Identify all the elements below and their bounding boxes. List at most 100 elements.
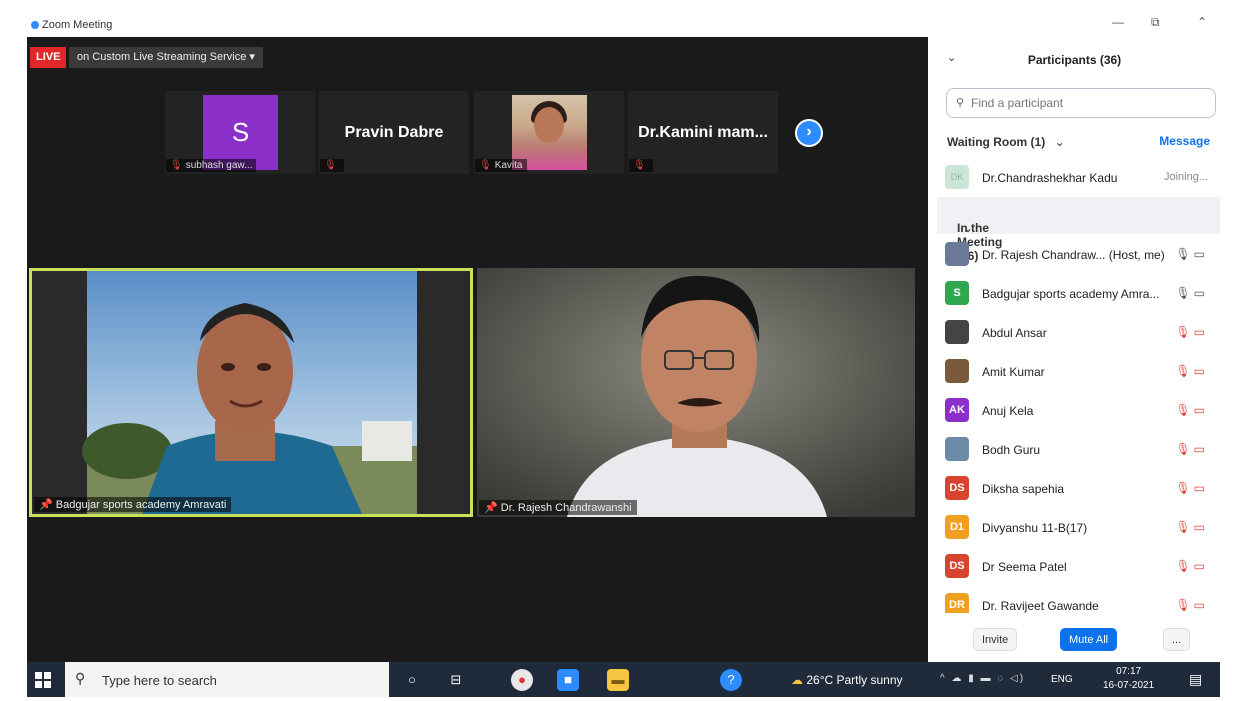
taskbar-search-box[interactable]: ⚲ Type here to search bbox=[65, 662, 389, 697]
notification-icon[interactable]: ▤ bbox=[1189, 671, 1202, 688]
video-name: Badgujar sports academy Amravati bbox=[55, 499, 227, 511]
zoom-app-icon[interactable]: ■ bbox=[557, 669, 579, 691]
message-button[interactable]: Message bbox=[1159, 134, 1210, 148]
title-bar: Zoom Meeting — ⧉ ⌃ bbox=[27, 11, 1220, 36]
help-icon[interactable]: ? bbox=[720, 669, 742, 691]
weather-widget[interactable]: ☁ 26°C Partly sunny bbox=[791, 673, 903, 687]
mic-muted-icon: 🎙 bbox=[633, 160, 646, 171]
chevron-down-icon: ⌄ bbox=[963, 221, 974, 235]
clock-date: 16-07-2021 bbox=[1103, 680, 1155, 691]
mic-camera-on-icons[interactable]: 🎙▭ bbox=[1175, 286, 1208, 300]
mic-muted-icon: 🎙 bbox=[324, 160, 337, 171]
mic-camera-muted-icons[interactable]: 🎙▭ bbox=[1175, 325, 1208, 339]
video-tile-active-speaker[interactable]: 📌 Badgujar sports academy Amravati bbox=[29, 268, 473, 517]
search-icon: ⚲ bbox=[75, 670, 86, 686]
participant-name: Badgujar sports academy Amra... bbox=[982, 287, 1160, 301]
participant-name: Dr.Chandrashekhar Kadu bbox=[982, 171, 1118, 185]
participant-row[interactable]: D1 Divyanshu 11-B(17) 🎙▭ bbox=[937, 508, 1220, 547]
participant-name: Pravin Dabre bbox=[344, 124, 444, 141]
weather-icon: ☁ bbox=[791, 673, 803, 687]
chevron-right-icon[interactable]: › bbox=[795, 119, 823, 147]
system-tray-icons[interactable]: ^ ☁ ▮ ▬ ◌ ◁) bbox=[940, 673, 1025, 684]
avatar: DS bbox=[945, 476, 969, 500]
participant-name: Divyanshu 11-B(17) bbox=[982, 521, 1088, 535]
participant-row[interactable]: DS Dr Seema Patel 🎙▭ bbox=[937, 547, 1220, 586]
collapse-button[interactable]: ⌃ bbox=[1197, 15, 1207, 29]
participant-name: Dr Seema Patel bbox=[982, 560, 1067, 574]
tile-name: subhash gaw... bbox=[185, 160, 253, 171]
participant-name: Anuj Kela bbox=[982, 404, 1034, 418]
participants-title: Participants (36) bbox=[1027, 53, 1122, 67]
mic-camera-muted-icons[interactable]: 🎙▭ bbox=[1175, 481, 1208, 495]
video-area: LIVE on Custom Live Streaming Service ▾ … bbox=[27, 37, 928, 662]
video-feed bbox=[32, 271, 470, 514]
avatar: D1 bbox=[945, 515, 969, 539]
taskbar-search-placeholder: Type here to search bbox=[102, 673, 217, 688]
video-name-tag: 📌 Dr. Rajesh Chandrawanshi bbox=[479, 500, 637, 515]
mic-muted-icon: 🎙 bbox=[170, 160, 183, 171]
avatar: DS bbox=[945, 554, 969, 578]
participant-row[interactable]: DS Diksha sapehia 🎙▭ bbox=[937, 469, 1220, 508]
mic-camera-muted-icons[interactable]: 🎙▭ bbox=[1175, 364, 1208, 378]
live-stream-menu[interactable]: on Custom Live Streaming Service ▾ bbox=[69, 47, 263, 68]
participant-name: Bodh Guru bbox=[982, 443, 1041, 457]
cortana-icon[interactable]: ○ bbox=[401, 669, 423, 691]
mute-all-button[interactable]: Mute All bbox=[1060, 628, 1118, 651]
taskbar-clock[interactable]: 07:17 16-07-2021 bbox=[1103, 665, 1154, 693]
task-view-icon[interactable]: ⊟ bbox=[445, 669, 467, 691]
mic-camera-muted-icons[interactable]: 🎙▭ bbox=[1175, 403, 1208, 417]
waiting-participant-row[interactable]: DK Dr.Chandrashekhar Kadu Joining... bbox=[937, 165, 1220, 191]
participant-row[interactable]: Bodh Guru 🎙▭ bbox=[937, 430, 1220, 469]
chevron-down-icon: ⌄ bbox=[1054, 135, 1065, 149]
video-tile[interactable]: 📌 Dr. Rajesh Chandrawanshi bbox=[477, 268, 915, 517]
participant-row[interactable]: Amit Kumar 🎙▭ bbox=[937, 352, 1220, 391]
weather-text: 26°C Partly sunny bbox=[806, 673, 903, 687]
zoom-window: Zoom Meeting — ⧉ ⌃ LIVE on Custom Live S… bbox=[27, 11, 1220, 697]
avatar bbox=[945, 359, 969, 383]
avatar bbox=[945, 320, 969, 344]
invite-button[interactable]: Invite bbox=[973, 628, 1018, 651]
tile-name-tag: 🎙 Kavita bbox=[475, 159, 527, 172]
waiting-room-header[interactable]: Waiting Room (1) ⌄ bbox=[947, 135, 1065, 149]
participant-row[interactable]: Dr. Rajesh Chandraw... (Host, me) 🎙▭ bbox=[937, 235, 1220, 274]
participant-search-input[interactable] bbox=[946, 88, 1216, 118]
in-meeting-header[interactable]: In the Meeting (36) ⌄ bbox=[937, 197, 1220, 263]
clock-time: 07:17 bbox=[1116, 666, 1142, 677]
participant-row[interactable]: AK Anuj Kela 🎙▭ bbox=[937, 391, 1220, 430]
mic-camera-muted-icons[interactable]: 🎙▭ bbox=[1175, 559, 1208, 573]
participant-row[interactable]: DR Dr. Ravijeet Gawande 🎙▭ bbox=[937, 586, 1220, 613]
minimize-button[interactable]: — bbox=[1112, 15, 1124, 29]
waiting-room-label: Waiting Room (1) bbox=[947, 135, 1046, 149]
gallery-tile[interactable]: 🎙 Kavita bbox=[474, 91, 624, 174]
language-indicator[interactable]: ENG bbox=[1051, 674, 1073, 685]
mic-camera-on-icons[interactable]: 🎙▭ bbox=[1175, 247, 1208, 261]
participant-row[interactable]: Abdul Ansar 🎙▭ bbox=[937, 313, 1220, 352]
mic-camera-muted-icons[interactable]: 🎙▭ bbox=[1175, 442, 1208, 456]
participant-list: Dr. Rajesh Chandraw... (Host, me) 🎙▭ S Badg… bbox=[937, 235, 1220, 613]
restore-button[interactable]: ⧉ bbox=[1151, 15, 1160, 30]
mic-camera-muted-icons[interactable]: 🎙▭ bbox=[1175, 598, 1208, 612]
gallery-tile[interactable]: Pravin Dabre 🎙 bbox=[319, 91, 469, 174]
avatar: AK bbox=[945, 398, 969, 422]
tile-name-tag: 🎙 subhash gaw... bbox=[166, 159, 257, 172]
file-explorer-icon[interactable]: ▬ bbox=[607, 669, 629, 691]
video-feed bbox=[477, 268, 915, 517]
participant-name: Dr. Ravijeet Gawande bbox=[982, 599, 1099, 613]
participant-name: Dr. Rajesh Chandraw... (Host, me) bbox=[982, 248, 1165, 262]
chrome-icon[interactable]: ● bbox=[511, 669, 533, 691]
participant-name: Dr.Kamini mam... bbox=[638, 124, 768, 141]
participants-panel: ⌄ Participants (36) ⚲ Waiting Room (1) ⌄… bbox=[929, 37, 1220, 662]
gallery-tile[interactable]: Dr.Kamini mam... 🎙 bbox=[628, 91, 778, 174]
windows-start-icon[interactable] bbox=[35, 672, 51, 688]
participant-row[interactable]: S Badgujar sports academy Amra... 🎙▭ bbox=[937, 274, 1220, 313]
more-options-button[interactable]: ... bbox=[1163, 628, 1191, 651]
zoom-logo-icon bbox=[31, 21, 39, 29]
avatar bbox=[945, 242, 969, 266]
mic-camera-muted-icons[interactable]: 🎙▭ bbox=[1175, 520, 1208, 534]
participant-name: Diksha sapehia bbox=[982, 482, 1065, 496]
join-status: Joining... bbox=[1163, 171, 1208, 183]
avatar: DK bbox=[945, 165, 969, 189]
panel-footer: Invite Mute All ... bbox=[929, 619, 1220, 662]
windows-taskbar: ⚲ Type here to search ○ ⊟ ● ■ ▬ ? ☁ 26°C… bbox=[27, 662, 1220, 697]
gallery-tile[interactable]: S 🎙 subhash gaw... bbox=[165, 91, 315, 174]
